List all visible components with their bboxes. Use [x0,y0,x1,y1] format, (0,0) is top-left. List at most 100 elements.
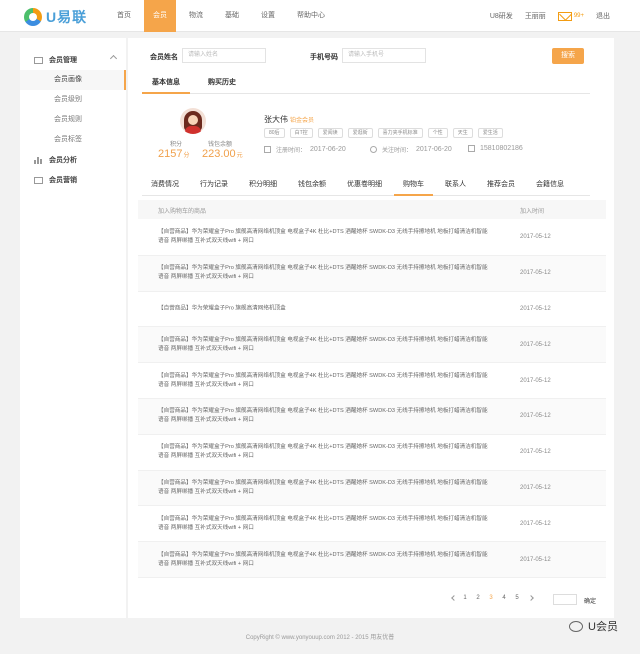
added-date: 2017-05-12 [520,341,551,348]
sidebar-item-level[interactable]: 会员级别 [20,90,126,110]
member-tag: 爱生活 [477,128,503,138]
member-tag: 白T控 [289,128,313,138]
goto-page-input[interactable] [553,594,577,605]
tab-basic-info[interactable]: 基本信息 [142,76,190,94]
table-row[interactable]: 【自营商品】华为荣耀盒子Pro 旗舰高清网络机顶盒 电视盒子4K 杜比+DTS … [138,435,606,471]
chevron-up-icon [109,54,118,63]
page-3[interactable]: 3 [486,595,496,601]
tab-wallet[interactable]: 钱包余额 [289,178,335,196]
tab-points-detail[interactable]: 积分明细 [240,178,286,196]
table-row[interactable]: 【自营商品】华为荣耀盒子Pro 旗舰高清网络机顶盒 2017-05-12 [138,292,606,328]
member-name: 张大伟 [264,115,288,124]
logo[interactable]: U易联 [24,7,87,27]
tab-contacts[interactable]: 联系人 [436,178,475,196]
sidebar: 会员管理 会员画像 会员级别 会员规则 会员标签 会员分析 会员营销 [20,38,126,618]
phone-input[interactable]: 请输入手机号 [342,48,426,63]
table-row[interactable]: 【自营商品】华为荣耀盒子Pro 旗舰高清网络机顶盒 电视盒子4K 杜比+DTS … [138,363,606,399]
added-date: 2017-05-12 [520,484,551,491]
member-level-badge: 铂金会员 [290,118,315,124]
sidebar-group-label: 会员营销 [49,177,77,184]
search-bar: 会员姓名 请输入姓名 手机号码 请输入手机号 搜索 [128,48,614,66]
phone-icon [468,145,475,152]
card-icon [34,56,43,64]
page-2[interactable]: 2 [473,595,483,601]
wechat-icon [569,620,584,632]
sidebar-item-profile[interactable]: 会员画像 [20,70,126,90]
top-tabs: 基本信息 购买历史 [142,76,590,94]
sidebar-item-rules[interactable]: 会员规则 [20,110,126,130]
page-1[interactable]: 1 [460,595,470,601]
column-time: 加入时间 [520,209,545,215]
search-button[interactable]: 搜索 [552,48,584,64]
pagination: 1 2 3 4 5 [448,595,537,601]
next-page-icon[interactable] [528,595,534,601]
user-name[interactable]: 王丽丽 [525,11,546,21]
tab-consumption[interactable]: 消费情况 [142,178,188,196]
tab-referrals[interactable]: 推荐会员 [478,178,524,196]
calendar-icon [264,146,271,153]
logo-icon [24,8,42,26]
mail-count-badge: 99+ [573,13,584,19]
member-phone: 15810802186 [468,145,523,152]
column-product: 加入购物车的商品 [158,209,207,215]
added-date: 2017-05-12 [520,449,551,456]
nav-home[interactable]: 首页 [108,0,140,32]
table-row[interactable]: 【自营商品】华为荣耀盒子Pro 旗舰高清网络机顶盒 电视盒子4K 杜比+DTS … [138,327,606,364]
table-row[interactable]: 【自营商品】华为荣耀盒子Pro 旗舰高清网络机顶盒 电视盒子4K 杜比+DTS … [138,220,606,256]
member-tag: 个性 [427,128,448,138]
wallet-value: 223.00元 [202,148,243,160]
sidebar-group-member-manage[interactable]: 会员管理 [20,50,126,70]
logout-button[interactable]: 退出 [596,11,610,21]
logo-text: U易联 [46,9,88,25]
added-date: 2017-05-12 [520,556,551,563]
table-row[interactable]: 【自营商品】华为荣耀盒子Pro 旗舰高清网络机顶盒 电视盒子4K 杜比+DTS … [138,506,606,543]
tab-purchase-history[interactable]: 购买历史 [198,76,246,94]
tab-behavior[interactable]: 行为记录 [191,178,237,196]
prev-page-icon[interactable] [451,595,457,601]
points-value: 2157分 [158,148,190,160]
avatar-body [185,126,201,134]
table-header: 加入购物车的商品 加入时间 [138,200,606,219]
nav-basic[interactable]: 基础 [216,0,248,32]
product-name: 【自营商品】华为荣耀盒子Pro 旗舰高清网络机顶盒 [158,305,286,312]
mail-button[interactable]: 99+ [557,11,584,21]
clock-icon [370,146,377,153]
product-name: 【自营商品】华为荣耀盒子Pro 旗舰高清网络机顶盒 电视盒子4K 杜比+DTS … [158,408,488,424]
page-4[interactable]: 4 [499,595,509,601]
table-row[interactable]: 【自营商品】华为荣耀盒子Pro 旗舰高清网络机顶盒 电视盒子4K 杜比+DTS … [138,470,606,507]
page-5[interactable]: 5 [512,595,522,601]
tab-coupons[interactable]: 优惠卷明细 [338,178,391,196]
wechat-watermark: U会员 [569,618,618,634]
tab-membership[interactable]: 会籍信息 [527,178,573,196]
phone-label: 手机号码 [310,54,338,61]
user-area: U8研发 王丽丽 99+ 退出 [478,0,610,32]
member-tag: 喜力夹手机标准 [377,128,423,138]
tab-cart[interactable]: 购物车 [394,178,433,196]
sidebar-group-marketing[interactable]: 会员营销 [20,170,126,190]
table-row[interactable]: 【自营商品】华为荣耀盒子Pro 旗舰高清网络机顶盒 电视盒子4K 杜比+DTS … [138,398,606,435]
sidebar-group-analysis[interactable]: 会员分析 [20,150,126,170]
product-name: 【自营商品】华为荣耀盒子Pro 旗舰高清网络机顶盒 电视盒子4K 杜比+DTS … [158,229,488,245]
wallet-label: 钱包余额 [208,142,233,148]
mail-icon [34,176,43,184]
added-date: 2017-05-12 [520,234,551,241]
nav-member[interactable]: 会员 [144,0,176,32]
follow-date: 关注时间： 2017-06-20 [370,145,452,154]
nav-settings[interactable]: 设置 [252,0,284,32]
nav-logistics[interactable]: 物流 [180,0,212,32]
added-date: 2017-05-12 [520,413,551,420]
nav-help[interactable]: 帮助中心 [288,0,334,32]
name-input[interactable]: 请输入姓名 [182,48,266,63]
goto-confirm-button[interactable]: 确定 [584,596,596,605]
product-name: 【自营商品】华为荣耀盒子Pro 旗舰高清网络机顶盒 电视盒子4K 杜比+DTS … [158,479,488,495]
table-row[interactable]: 【自营商品】华为荣耀盒子Pro 旗舰高清网络机顶盒 电视盒子4K 杜比+DTS … [138,542,606,578]
table-row[interactable]: 【自营商品】华为荣耀盒子Pro 旗舰高清网络机顶盒 电视盒子4K 杜比+DTS … [138,255,606,292]
product-name: 【自营商品】华为荣耀盒子Pro 旗舰高清网络机顶盒 电视盒子4K 杜比+DTS … [158,515,488,531]
member-tag: 爱阅读 [317,128,343,138]
member-tag: 天生 [452,128,473,138]
added-date: 2017-05-12 [520,520,551,527]
sidebar-item-tags[interactable]: 会员标签 [20,130,126,150]
user-unit[interactable]: U8研发 [490,11,513,21]
mail-icon [557,11,572,21]
